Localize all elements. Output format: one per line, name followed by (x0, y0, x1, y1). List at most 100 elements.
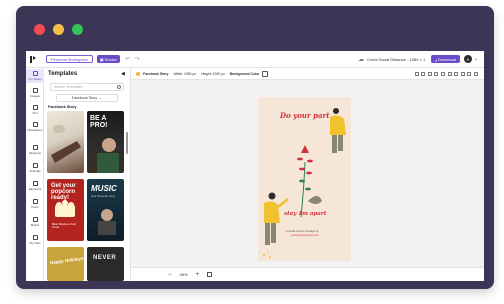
workspace-button[interactable]: Personal Workspace (46, 55, 93, 63)
thumb-art (55, 200, 75, 217)
background-color-swatch[interactable] (262, 70, 269, 77)
format-label: Facebook Story (143, 71, 169, 76)
document-title-area[interactable]: ☁ Covid Social Distance - 1080 × 1 (358, 56, 425, 63)
resize-label: Resize (104, 56, 117, 62)
template-thumb[interactable]: Get your popcorn ready! Best Movies of a… (47, 179, 84, 241)
templates-panel: Templates ◀ Search Templates Facebook St… (44, 68, 131, 281)
elements-icon (32, 181, 38, 186)
close-dot[interactable] (34, 24, 45, 35)
poster-footer-line1[interactable]: A social service message by (286, 230, 319, 233)
thumb-subtext: Best Movies of all times (52, 222, 76, 229)
image-icon (32, 88, 38, 93)
app-window-frame: Personal Workspace ▣ Resize ↶ ↷ ☁ Covid S… (16, 6, 494, 289)
avatar[interactable]: S (463, 55, 472, 63)
workspace-label: Personal Workspace (51, 56, 88, 62)
resize-icon: ▣ (99, 56, 104, 62)
rail-item-label: Text (32, 111, 38, 115)
maximize-dot[interactable] (72, 24, 83, 35)
rail-item-brand[interactable]: Brand (26, 215, 44, 229)
poster-canvas[interactable]: Do your part stay 1m apart A social serv… (258, 97, 351, 261)
rail-item-templates[interactable]: Templates (26, 69, 44, 83)
document-title: Covid Social Distance - 1080 × 1 (367, 56, 426, 62)
grid-icon[interactable] (414, 71, 419, 76)
view-icon[interactable] (447, 71, 452, 76)
rail-item-text[interactable]: Text (26, 103, 44, 117)
thumb-art (97, 138, 119, 173)
more-icon[interactable] (474, 71, 478, 76)
left-rail: Templates Images Text Illustrations Mock… (26, 68, 44, 281)
rail-item-label: Scientify (29, 169, 41, 173)
lock-icon[interactable] (441, 71, 446, 76)
rail-item-label: Mockups (28, 151, 41, 155)
top-bar: Personal Workspace ▣ Resize ↶ ↷ ☁ Covid S… (26, 51, 484, 68)
thumb-subtext: your favourite song (91, 194, 115, 198)
layers-icon[interactable] (427, 71, 432, 76)
rail-item-label: Icons (31, 205, 39, 209)
rail-item-label: Elements (28, 187, 42, 191)
rail-item-illustrations[interactable]: Illustrations (26, 120, 44, 134)
templates-icon (32, 71, 38, 76)
logo-icon[interactable] (30, 55, 36, 63)
section-title: Facebook Story (48, 105, 77, 109)
rail-item-label: Brand (30, 223, 39, 227)
rail-item-label: Templates (28, 77, 42, 81)
category-value: Facebook Story (71, 96, 98, 100)
illustration-icon (32, 122, 38, 127)
editor-toolbar: Facebook Story Width: 1080 px Height: 19… (131, 68, 484, 80)
undo-icon[interactable]: ↶ (125, 56, 130, 63)
download-icon: ⤓ (435, 56, 437, 62)
toolbar-icons (414, 71, 478, 76)
template-thumb[interactable]: MUSIC your favourite song (87, 179, 124, 241)
resize-button[interactable]: ▣ Resize (96, 55, 120, 63)
brand-icon (32, 217, 38, 222)
folder-icon (32, 235, 38, 240)
zoom-out-button[interactable]: − (168, 272, 172, 278)
download-label: Download (438, 56, 456, 62)
rail-item-mockups[interactable]: Mockups (26, 143, 44, 157)
search-placeholder: Search Templates (54, 85, 83, 89)
zoom-level[interactable]: 28% (180, 272, 188, 277)
poster-footer-line2[interactable]: yourcompanyname.com (291, 234, 319, 237)
template-thumb[interactable]: NEVER (87, 247, 124, 281)
zoom-bar: − 28% + (131, 267, 484, 281)
mockup-icon (32, 145, 38, 150)
category-select[interactable]: Facebook Story ⌄ (56, 94, 118, 102)
window-controls (34, 24, 83, 35)
template-thumb[interactable] (47, 111, 84, 173)
template-thumb[interactable]: Happy Holidays (47, 247, 84, 281)
flip-icon[interactable] (460, 71, 465, 76)
rail-item-label: Illustrations (27, 128, 43, 132)
duplicate-icon[interactable] (454, 71, 459, 76)
copy-icon[interactable] (421, 71, 426, 76)
search-icon (117, 85, 121, 89)
canvas-area[interactable]: Do your part stay 1m apart A social serv… (131, 80, 484, 267)
download-button[interactable]: ⤓ Download (431, 55, 460, 63)
fit-screen-icon[interactable] (207, 272, 213, 277)
search-input[interactable]: Search Templates (50, 83, 124, 91)
chevron-down-icon[interactable]: ⌄ (474, 56, 478, 62)
rail-item-label: Images (30, 94, 40, 98)
align-icon[interactable] (434, 71, 439, 76)
background-color-label: Background Color (229, 71, 260, 76)
rail-item-label: My Files (29, 241, 41, 245)
thumb-art (51, 125, 81, 163)
zoom-in-button[interactable]: + (196, 272, 200, 278)
editor-app: Personal Workspace ▣ Resize ↶ ↷ ☁ Covid S… (26, 51, 484, 281)
collapse-panel-icon[interactable]: ◀ (121, 71, 125, 77)
thumb-art (98, 209, 116, 235)
rail-item-scientify[interactable]: Scientify (26, 161, 44, 175)
text-icon (32, 105, 38, 110)
rail-item-my-files[interactable]: My Files (26, 233, 44, 247)
delete-icon[interactable] (467, 71, 472, 76)
rail-item-icons[interactable]: Icons (26, 197, 44, 211)
minimize-dot[interactable] (53, 24, 64, 35)
panel-title: Templates (48, 71, 78, 77)
panel-scrollbar[interactable] (126, 132, 128, 154)
redo-icon[interactable]: ↷ (135, 56, 140, 63)
width-label: Width: 1080 px (173, 71, 197, 76)
template-thumb[interactable]: BE A PRO! (87, 111, 124, 173)
rail-item-images[interactable]: Images (26, 86, 44, 100)
chevron-down-icon: ⌄ (99, 96, 103, 100)
poster-subheading[interactable]: stay 1m apart (284, 211, 326, 217)
rail-item-elements[interactable]: Elements (26, 179, 44, 193)
